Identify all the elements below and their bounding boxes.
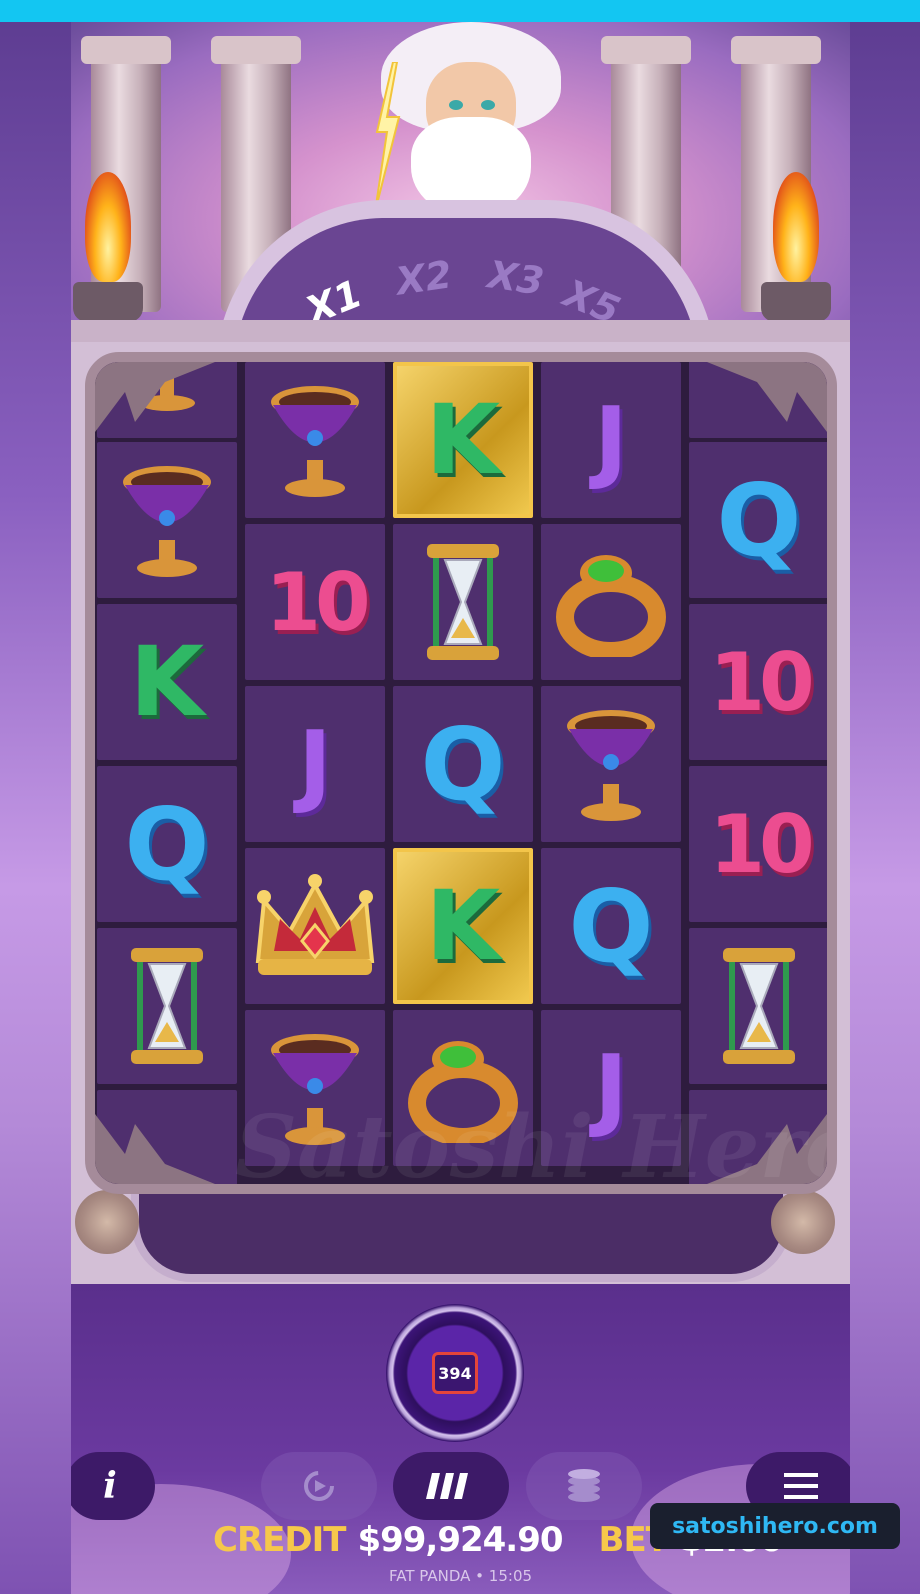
symbol-k: K bbox=[129, 626, 205, 738]
goblet-icon bbox=[123, 466, 211, 577]
top-strip bbox=[0, 0, 920, 22]
reel-cell: Q bbox=[393, 686, 533, 842]
reel-cell-golden: K bbox=[393, 848, 533, 1004]
zeus-eye bbox=[481, 100, 495, 110]
symbol-j: J bbox=[594, 387, 628, 493]
symbol-k-golden: K bbox=[425, 870, 501, 982]
corner-stone-icon bbox=[95, 1114, 215, 1184]
flame-icon bbox=[85, 172, 131, 282]
symbol-q: Q bbox=[420, 705, 506, 823]
flame-icon bbox=[773, 172, 819, 282]
game-area: X1 X2 X3 X5 K Q 10 J K Q K J Q J Q 10 10… bbox=[71, 22, 850, 1594]
multiplier-x2: X2 bbox=[393, 252, 455, 304]
symbol-10: 10 bbox=[265, 555, 370, 649]
reel-cell: 10 bbox=[689, 604, 827, 760]
zeus-eye bbox=[449, 100, 463, 110]
torch-left bbox=[73, 172, 143, 322]
reel-cell: Q bbox=[97, 766, 237, 922]
footer-info: FAT PANDA • 15:05 bbox=[71, 1567, 850, 1585]
temple-header: X1 X2 X3 X5 bbox=[71, 22, 850, 370]
info-icon: i bbox=[103, 1465, 117, 1507]
reel-cell bbox=[541, 686, 681, 842]
autoplay-button[interactable] bbox=[261, 1452, 377, 1520]
bet-coins-button[interactable] bbox=[526, 1452, 642, 1520]
watermark-text: Satoshi Hero bbox=[235, 1097, 837, 1194]
symbol-q: Q bbox=[716, 461, 802, 579]
clock-time: 15:05 bbox=[488, 1567, 533, 1585]
symbol-q: Q bbox=[124, 785, 210, 903]
reel-cell: 10 bbox=[245, 524, 385, 680]
rosette-right-icon bbox=[771, 1190, 835, 1254]
coins-icon bbox=[568, 1469, 600, 1502]
reel-cell bbox=[245, 362, 385, 518]
hourglass-icon bbox=[723, 948, 795, 1064]
reel-cell bbox=[689, 928, 827, 1084]
lightning-bolt-icon bbox=[374, 62, 401, 212]
reel-cell bbox=[393, 524, 533, 680]
credit-label: CREDIT bbox=[213, 1520, 346, 1560]
hourglass-icon bbox=[427, 544, 499, 660]
symbol-10: 10 bbox=[709, 635, 814, 729]
reel-cell bbox=[97, 928, 237, 1084]
turbo-button[interactable] bbox=[393, 1452, 509, 1520]
credit-value: $99,924.90 bbox=[357, 1520, 563, 1560]
crown-icon bbox=[255, 874, 375, 975]
turbo-icon bbox=[426, 1473, 468, 1499]
provider-name: FAT PANDA bbox=[388, 1567, 471, 1585]
reel-cell bbox=[245, 848, 385, 1004]
symbol-j: J bbox=[298, 711, 332, 817]
reel-cell: 10 bbox=[689, 766, 827, 922]
reel-cell bbox=[97, 442, 237, 598]
reel-grid: K Q 10 J K Q K J Q J Q 10 10 Satoshi Her… bbox=[85, 352, 837, 1194]
site-watermark-badge: satoshihero.com bbox=[650, 1503, 900, 1549]
info-button[interactable]: i bbox=[71, 1452, 155, 1520]
reel-cell bbox=[541, 524, 681, 680]
torch-right bbox=[761, 172, 831, 322]
reel-cell-golden: K bbox=[393, 362, 533, 518]
corner-stone-icon bbox=[95, 362, 215, 432]
menu-icon bbox=[784, 1473, 818, 1499]
rosette-left-icon bbox=[75, 1190, 139, 1254]
brazier bbox=[73, 282, 143, 322]
ring-icon bbox=[556, 555, 666, 657]
hourglass-icon bbox=[131, 948, 203, 1064]
reel-cell: J bbox=[541, 362, 681, 518]
goblet-icon bbox=[271, 386, 359, 497]
symbol-10: 10 bbox=[709, 797, 814, 891]
reel-cell: K bbox=[97, 604, 237, 760]
brazier bbox=[761, 282, 831, 322]
side-background-left bbox=[0, 22, 72, 1594]
reel-cell: J bbox=[245, 686, 385, 842]
corner-stone-icon bbox=[707, 362, 827, 432]
autoplay-icon bbox=[304, 1471, 334, 1501]
reel-cell: Q bbox=[541, 848, 681, 1004]
symbol-q: Q bbox=[568, 867, 654, 985]
symbol-k-golden: K bbox=[425, 384, 501, 496]
goblet-icon bbox=[567, 710, 655, 821]
side-background-right bbox=[850, 22, 920, 1594]
reel-cell: Q bbox=[689, 442, 827, 598]
multiplier-x3: X3 bbox=[485, 252, 547, 304]
spin-counter[interactable]: 394 bbox=[432, 1352, 478, 1394]
footer-separator: • bbox=[475, 1567, 485, 1585]
